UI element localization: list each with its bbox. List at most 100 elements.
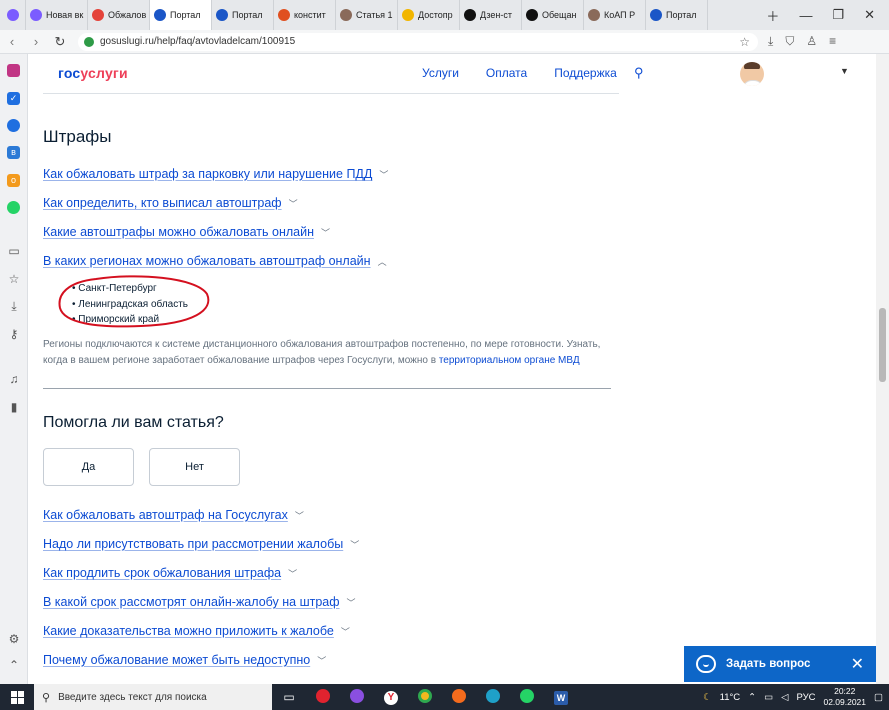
minimize-icon[interactable]: — (799, 8, 812, 23)
faq-link[interactable]: Почему обжалование может быть недоступно… (43, 653, 326, 667)
no-button[interactable]: Нет (149, 448, 240, 486)
vk-icon[interactable]: в (7, 146, 20, 159)
browser-tab[interactable]: КоАП Р (584, 0, 646, 30)
page-scrollbar[interactable] (876, 54, 889, 684)
browser-icon[interactable] (340, 688, 374, 706)
edge-icon[interactable] (476, 688, 510, 706)
chevron-down-icon[interactable]: ﹀ (341, 625, 350, 638)
nav-item-services[interactable]: Услуги (422, 66, 459, 80)
reader-icon[interactable]: ▭ (7, 244, 21, 258)
browser-tab[interactable]: Достопр (398, 0, 460, 30)
restore-icon[interactable]: ❐ (832, 7, 844, 23)
chevron-down-icon[interactable]: ﹀ (295, 509, 304, 522)
messenger-icon[interactable] (7, 119, 20, 132)
chevron-down-icon[interactable]: ﹀ (379, 168, 388, 181)
chevron-down-icon[interactable]: ﹀ (350, 538, 359, 551)
faq-link[interactable]: Какие автоштрафы можно обжаловать онлайн… (43, 225, 330, 239)
opera-icon[interactable] (306, 688, 340, 706)
browser-tab[interactable]: Портал (646, 0, 708, 30)
downloads-icon[interactable]: ⤓ (768, 34, 773, 49)
close-window-icon[interactable]: ✕ (864, 7, 875, 23)
browser-tab[interactable]: Портал (150, 0, 212, 30)
network-icon[interactable]: ▭ (764, 692, 773, 703)
faq-link-label: Какие доказательства можно приложить к ж… (43, 624, 334, 638)
chrome-icon[interactable] (408, 688, 442, 706)
language-indicator[interactable]: РУС (796, 692, 815, 703)
faq-link[interactable]: Как продлить срок обжалования штрафа ﹀ (43, 566, 297, 580)
faq-link[interactable]: Надо ли присутствовать при рассмотрении … (43, 537, 359, 551)
ask-question-widget[interactable]: Задать вопрос ✕ (684, 646, 876, 682)
temperature[interactable]: 11°C (720, 692, 741, 703)
bookmark-star-icon[interactable]: ☆ (739, 35, 750, 49)
chevron-down-icon[interactable]: ﹀ (317, 654, 326, 667)
favorites-icon[interactable]: ☆ (7, 272, 21, 286)
faq-link[interactable]: Какие доказательства можно приложить к ж… (43, 624, 350, 638)
yes-button[interactable]: Да (43, 448, 134, 486)
chevron-down-icon[interactable]: ﹀ (321, 226, 330, 239)
taskbar-search-placeholder: Введите здесь текст для поиска (58, 691, 207, 703)
collapse-icon[interactable]: ⌃ (7, 658, 21, 672)
browser-tab[interactable]: Обжалов (88, 0, 150, 30)
odnoklassniki-icon[interactable]: о (7, 174, 20, 187)
reload-icon[interactable]: ↻ (48, 34, 72, 50)
browser-tab[interactable]: Новая вк (26, 0, 88, 30)
nav-item-payment[interactable]: Оплата (486, 66, 527, 80)
stats-icon[interactable]: ▮ (7, 400, 21, 414)
settings-icon[interactable]: ⚙ (7, 632, 21, 646)
tab-label: Статья 1 (356, 10, 393, 20)
start-icon[interactable] (0, 690, 34, 704)
tab-tools: ＋ — ❐ ✕ (766, 6, 889, 25)
avatar[interactable] (740, 62, 764, 86)
tasks-icon[interactable]: ✓ (7, 92, 20, 105)
browser-tab[interactable]: констит (274, 0, 336, 30)
volume-icon[interactable]: ◁ (781, 692, 788, 703)
weather-icon[interactable]: ☾ (703, 692, 712, 703)
clock-date: 02.09.2021 (823, 697, 867, 707)
download-icon[interactable]: ⤓ (7, 299, 21, 314)
new-tab-icon[interactable]: ＋ (766, 6, 779, 25)
word-icon[interactable]: W (544, 690, 578, 705)
whatsapp-icon[interactable] (7, 201, 20, 214)
gosuslugi-logo[interactable]: госуслуги (58, 65, 128, 81)
firefox-icon[interactable] (442, 688, 476, 706)
music-icon[interactable]: ♫ (7, 372, 21, 386)
instagram-icon[interactable] (7, 64, 20, 77)
chevron-down-icon[interactable]: ▼ (840, 66, 849, 76)
nav-item-support[interactable]: Поддержка (554, 66, 617, 80)
notifications-icon[interactable]: ▢ (874, 692, 883, 703)
key-icon[interactable]: ⚷ (7, 327, 21, 341)
browser-tab[interactable]: Портал (212, 0, 274, 30)
forward-icon[interactable]: › (24, 34, 48, 49)
browser-tab[interactable]: Обещан (522, 0, 584, 30)
faq-link[interactable]: В каких регионах можно обжаловать автошт… (43, 254, 387, 268)
taskbar-search[interactable]: ⚲ Введите здесь текст для поиска (34, 684, 272, 710)
faq-link-label: Надо ли присутствовать при рассмотрении … (43, 537, 344, 551)
search-icon[interactable]: ⚲ (634, 65, 644, 81)
windows-taskbar: ⚲ Введите здесь текст для поиска ▭ Y W ☾… (0, 684, 889, 710)
chevron-down-icon[interactable]: ﹀ (347, 596, 356, 609)
faq-link[interactable]: Как обжаловать автоштраф на Госуслугах ﹀ (43, 508, 304, 522)
whatsapp-icon[interactable] (510, 688, 544, 706)
chevron-up-icon[interactable]: ︿ (378, 255, 387, 268)
url-field[interactable]: gosuslugi.ru/help/faq/avtovladelcam/1009… (78, 32, 758, 51)
browser-tab[interactable]: Дзен-ст (460, 0, 522, 30)
browser-menu-icon[interactable] (0, 0, 26, 30)
menu-icon[interactable]: ≡ (829, 34, 836, 49)
back-icon[interactable]: ‹ (0, 34, 24, 49)
scrollbar-thumb[interactable] (879, 308, 886, 382)
tray-chevron-icon[interactable]: ⌃ (748, 692, 756, 703)
faq-link[interactable]: В какой срок рассмотрят онлайн-жалобу на… (43, 595, 356, 609)
yandex-icon[interactable]: Y (374, 689, 408, 705)
faq-link[interactable]: Как обжаловать штраф за парковку или нар… (43, 167, 388, 181)
close-icon[interactable]: ✕ (851, 654, 864, 674)
browser-tab[interactable]: Статья 1 (336, 0, 398, 30)
task-view-icon[interactable]: ▭ (272, 690, 306, 704)
chevron-down-icon[interactable]: ﹀ (289, 197, 298, 210)
chevron-down-icon[interactable]: ﹀ (288, 567, 297, 580)
faq-link[interactable]: Как определить, кто выписал автоштраф ﹀ (43, 196, 298, 210)
shield-icon[interactable]: ⛉ (785, 34, 794, 49)
chat-icon (696, 655, 716, 673)
mvd-link[interactable]: территориальном органе МВД (439, 355, 580, 366)
account-icon[interactable]: ♙ (806, 34, 817, 49)
clock[interactable]: 20:22 02.09.2021 (823, 686, 866, 708)
